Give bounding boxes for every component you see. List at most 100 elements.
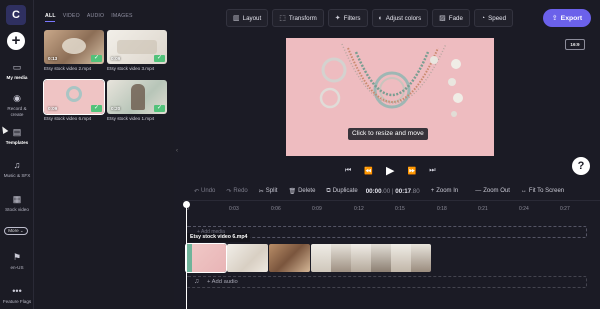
collapse-panel-chevron-icon[interactable]: ‹ [176, 148, 182, 162]
minus-icon: — [475, 188, 482, 194]
fade-icon: ▨ [439, 15, 446, 22]
thumb-subject [66, 86, 82, 102]
clip-frame [371, 244, 391, 272]
flag-icon: ⚑ [12, 252, 22, 262]
audio-track[interactable]: ♫ + Add audio [186, 276, 587, 288]
media-duration: 0:20 [111, 106, 121, 111]
timeline-ruler[interactable]: 0 0:03 0:06 0:09 0:12 0:15 0:18 0:21 0:2… [183, 200, 600, 218]
clip-frame [269, 244, 310, 272]
fit-arrows-icon: ↔ [520, 188, 527, 194]
adjust-colors-icon: ◐ [378, 14, 383, 22]
rail-item-language[interactable]: ⚑ en-US [0, 252, 34, 271]
more-label: More [8, 228, 19, 233]
resize-tooltip: Click to resize and move [348, 128, 428, 140]
layout-icon: ▥ [233, 15, 240, 22]
media-item[interactable]: 0:13 ✓ [44, 30, 104, 64]
folder-icon: ▭ [12, 62, 22, 72]
rail-label: My media [6, 75, 28, 80]
plus-icon: + [430, 188, 435, 194]
speed-button[interactable]: ◔ Speed [473, 9, 514, 27]
added-check-icon: ✓ [91, 55, 102, 62]
trash-icon: 🗑 [288, 188, 297, 195]
transform-button[interactable]: ⬚ Transform [272, 9, 324, 27]
added-check-icon: ✓ [154, 55, 165, 62]
added-check-icon: ✓ [91, 105, 102, 112]
current-time-frac: .00 [381, 187, 391, 195]
skip-back-icon[interactable]: ⏮ [345, 167, 351, 175]
redo-button[interactable]: ↷ Redo [226, 188, 247, 195]
timeline-clip[interactable] [227, 244, 268, 272]
playhead-handle[interactable] [183, 201, 190, 208]
rail-item-my-media[interactable]: ▭ My media [0, 62, 34, 81]
tab-audio[interactable]: AUDIO [87, 13, 104, 19]
ruler-tick: 0:27 [560, 206, 570, 212]
media-item[interactable]: 0:09 ✓ [107, 30, 167, 64]
fit-label: Fit To Screen [528, 188, 565, 194]
film-icon: ▦ [12, 194, 22, 204]
rail-item-record-create[interactable]: ◉ Record & create [0, 93, 34, 117]
media-duration: 0:09 [111, 56, 121, 61]
tab-images[interactable]: IMAGES [111, 13, 132, 19]
more-button[interactable]: More ⌄ [4, 227, 28, 235]
layout-button[interactable]: ▥ Layout [226, 9, 269, 27]
delete-button[interactable]: 🗑 Delete [288, 188, 315, 195]
clip-frame [351, 244, 371, 272]
ruler-tick: 0:03 [229, 206, 239, 212]
media-item-selected[interactable]: 0:09 ✓ [43, 79, 105, 115]
duplicate-icon: ⧉ [326, 187, 331, 194]
rail-item-music-sfx[interactable]: ♫ Music & SFX [0, 160, 34, 179]
undo-label: Undo [201, 188, 216, 194]
zoom-in-button[interactable]: + Zoom In [431, 188, 459, 194]
media-item-name: Etsy stock video 1.mp4 [107, 116, 155, 121]
adjust-colors-button[interactable]: ◐ Adjust colors [371, 9, 429, 27]
skip-forward-icon[interactable]: ⏭ [429, 167, 435, 175]
speed-icon: ◔ [480, 14, 486, 22]
fast-forward-icon[interactable]: ⏩ [408, 167, 417, 175]
rail-label: Stock video [5, 207, 29, 212]
undo-icon: ↶ [194, 188, 200, 195]
undo-button[interactable]: ↶ Undo [194, 188, 215, 195]
speed-label: Speed [488, 14, 507, 22]
transform-label: Transform [288, 14, 317, 22]
create-new-button[interactable]: + [7, 32, 25, 50]
fade-button[interactable]: ▨ Fade [432, 9, 470, 27]
left-rail: C + ▭ My media ◉ Record & create ▤ Templ… [0, 0, 34, 309]
tab-video[interactable]: VIDEO [63, 13, 80, 19]
help-button[interactable]: ? [572, 157, 590, 175]
rail-item-feature-flags[interactable]: ••• Feature Flags [0, 286, 34, 305]
rewind-icon[interactable]: ⏪ [364, 167, 373, 175]
rail-label: en-US [10, 265, 24, 270]
ruler-tick: 0:21 [478, 206, 488, 212]
fit-to-screen-button[interactable]: ↔ Fit To Screen [521, 188, 564, 194]
duplicate-button[interactable]: ⧉ Duplicate [326, 188, 357, 195]
time-readout: 00:00.00 | 00:17.80 [365, 187, 420, 195]
scissors-icon: ✂ [258, 188, 264, 195]
redo-label: Redo [233, 188, 248, 194]
rail-item-stock-video[interactable]: ▦ Stock video [0, 194, 34, 213]
media-item[interactable]: 0:20 ✓ [107, 80, 167, 114]
editing-toolbar: ▥ Layout ⬚ Transform ✦ Filters ◐ Adjust colo… [226, 9, 514, 27]
split-button[interactable]: ✂ Split [259, 188, 278, 195]
playhead[interactable] [186, 205, 187, 309]
timeline-toolbar: ↶ Undo ↷ Redo ✂ Split 🗑 Delete ⧉ Duplicate 00… [183, 182, 600, 200]
ruler-tick: 0:12 [354, 206, 364, 212]
media-item-name: Etsy stock video 2.mp4 [44, 66, 92, 71]
filters-icon: ✦ [334, 15, 341, 22]
playback-controls: ⏮ ⏪ ▶ ⏩ ⏭ [345, 164, 436, 177]
aspect-ratio-button[interactable]: 16:9 [565, 39, 585, 50]
zoom-out-button[interactable]: — Zoom Out [475, 188, 510, 194]
play-icon[interactable]: ▶ [386, 164, 394, 177]
app-logo[interactable]: C [6, 5, 26, 25]
layout-label: Layout [242, 14, 262, 22]
delete-label: Delete [298, 188, 316, 194]
timeline-clip[interactable] [269, 244, 310, 272]
timeline-clip[interactable] [185, 243, 227, 273]
rail-label: Music & SFX [3, 173, 31, 178]
filters-button[interactable]: ✦ Filters [327, 9, 368, 27]
export-button[interactable]: ⇪ Export [543, 9, 591, 27]
transform-icon: ⬚ [279, 15, 286, 22]
redo-icon: ↷ [226, 188, 232, 195]
tab-all[interactable]: ALL [45, 13, 56, 19]
timeline-clip[interactable] [311, 244, 431, 272]
clip-frame [192, 244, 226, 272]
